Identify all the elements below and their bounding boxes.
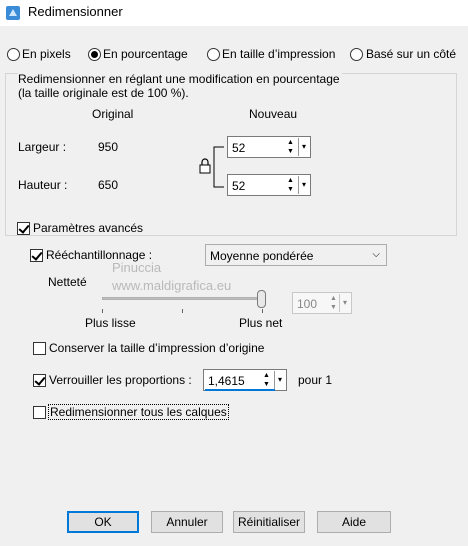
radio-circle[interactable] xyxy=(350,48,363,61)
advanced-label: Paramètres avancés xyxy=(33,221,144,235)
ok-button[interactable]: OK xyxy=(67,511,139,533)
resize-all-layers-label: Redimensionner tous les calques xyxy=(48,404,229,420)
radio-circle[interactable] xyxy=(207,48,220,61)
resample-method-select[interactable]: Moyenne pondérée ⌵ xyxy=(205,244,387,266)
lock-icon xyxy=(199,158,211,174)
sharpness-value-spinner[interactable]: 100 ▲ ▼ ▾ xyxy=(292,292,352,314)
keep-print-size-label: Conserver la taille d’impression d’origi… xyxy=(49,341,265,355)
lock-ratio-checkbox[interactable] xyxy=(33,374,46,387)
watermark-line2: www.maldigrafica.eu xyxy=(112,278,232,293)
spinner-value: 100 xyxy=(297,297,318,311)
resize-all-layers-checkbox[interactable] xyxy=(33,406,46,419)
spinner-arrows[interactable]: ▲ ▼ xyxy=(328,294,339,312)
cancel-button[interactable]: Annuler xyxy=(151,511,223,533)
spinner-value: 52 xyxy=(232,179,246,193)
app-icon xyxy=(6,6,20,20)
description-line1: Redimensionner en réglant une modificati… xyxy=(18,72,342,86)
dialog-body: En pixels En pourcentage En taille d’imp… xyxy=(0,26,468,546)
reset-button[interactable]: Réinitialiser xyxy=(233,511,305,533)
radio-label: En pourcentage xyxy=(103,47,188,61)
spinner-value: 52 xyxy=(232,141,246,155)
new-header: Nouveau xyxy=(249,107,298,121)
original-header: Original xyxy=(92,107,134,121)
spinner-arrows[interactable]: ▲ ▼ xyxy=(261,371,272,389)
chevron-down-icon[interactable]: ▾ xyxy=(339,294,350,312)
chevron-down-icon[interactable]: ▾ xyxy=(298,176,309,194)
spinner-value: 1,4615 xyxy=(208,374,245,388)
slider-max-label: Plus net xyxy=(239,316,283,330)
chevron-down-icon[interactable]: ▾ xyxy=(274,371,285,389)
radio-circle[interactable] xyxy=(7,48,20,61)
help-button[interactable]: Aide xyxy=(317,511,391,533)
lock-ratio-spinner[interactable]: 1,4615 ▲ ▼ ▾ xyxy=(203,369,287,391)
slider-tick xyxy=(262,309,263,313)
sharpness-slider-track[interactable] xyxy=(102,297,264,300)
spinner-arrows[interactable]: ▲ ▼ xyxy=(285,138,296,156)
height-label: Hauteur : xyxy=(18,178,68,192)
slider-tick xyxy=(102,309,103,313)
keep-print-size-checkbox[interactable] xyxy=(33,342,46,355)
description-line2: (la taille originale est de 100 %). xyxy=(18,86,189,100)
select-value: Moyenne pondérée xyxy=(210,249,314,263)
sharpness-label: Netteté xyxy=(48,275,87,289)
radio-label: En pixels xyxy=(22,47,71,61)
height-original-value: 650 xyxy=(98,178,119,192)
sharpness-slider-thumb[interactable] xyxy=(257,290,266,308)
width-label: Largeur : xyxy=(18,140,67,154)
lock-ratio-label: Verrouiller les proportions : xyxy=(49,373,192,387)
chevron-down-icon: ⌵ xyxy=(372,249,380,260)
title-bar: Redimensionner xyxy=(0,0,468,26)
height-new-spinner[interactable]: 52 ▲ ▼ ▾ xyxy=(227,174,311,196)
chevron-down-icon[interactable]: ▾ xyxy=(298,138,309,156)
advanced-checkbox[interactable] xyxy=(17,222,30,235)
radio-circle[interactable] xyxy=(88,48,101,61)
resample-checkbox[interactable] xyxy=(30,249,43,262)
radio-label: En taille d’impression xyxy=(222,47,336,61)
watermark-line1: Pinuccia xyxy=(112,260,162,275)
radio-label: Basé sur un côté xyxy=(366,47,457,61)
width-original-value: 950 xyxy=(98,140,119,154)
width-new-spinner[interactable]: 52 ▲ ▼ ▾ xyxy=(227,136,311,158)
spinner-arrows[interactable]: ▲ ▼ xyxy=(285,176,296,194)
focus-underline xyxy=(205,389,275,391)
window-title: Redimensionner xyxy=(28,4,123,19)
lock-ratio-suffix: pour 1 xyxy=(298,373,333,387)
resize-dialog: Redimensionner En pixels En pourcentage … xyxy=(0,0,468,546)
slider-tick xyxy=(182,309,183,313)
slider-min-label: Plus lisse xyxy=(85,316,136,330)
